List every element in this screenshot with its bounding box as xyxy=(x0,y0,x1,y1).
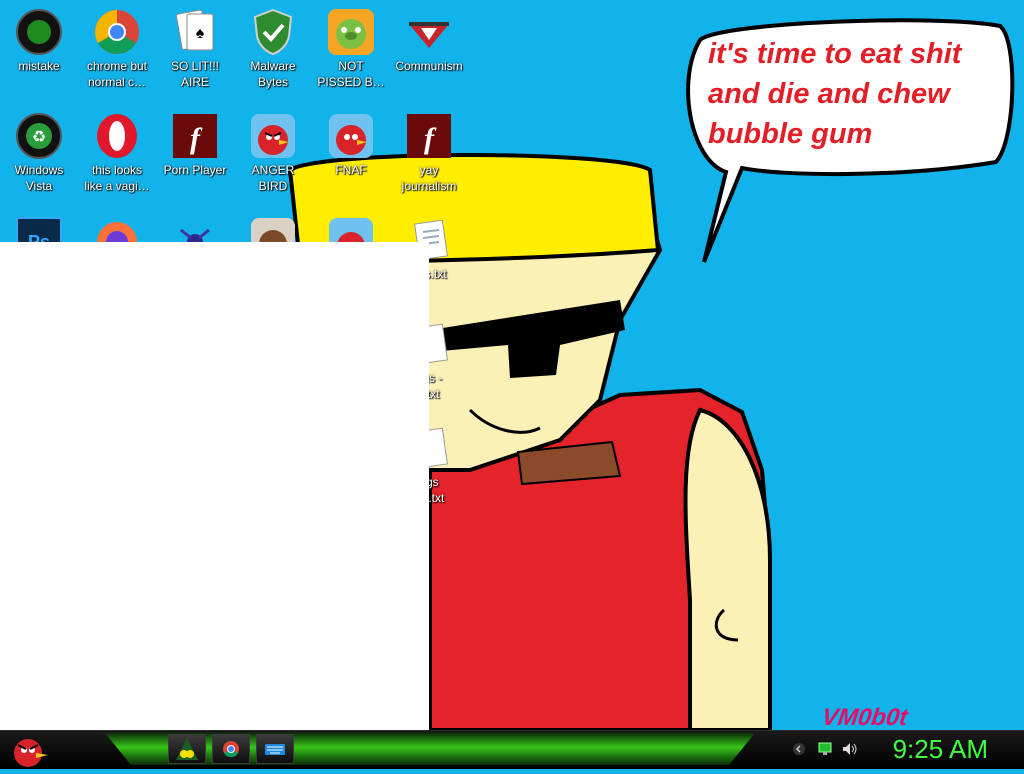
recycle-icon: ♻ xyxy=(15,112,63,160)
icon-label: Porn Player xyxy=(163,163,227,177)
start-button[interactable] xyxy=(6,731,52,769)
network-tray[interactable] xyxy=(818,742,832,756)
icon-label-1: ANGER xyxy=(251,163,295,177)
desktop-icon-yay-journalism[interactable]: f yay journalism xyxy=(390,112,468,194)
chrome-icon xyxy=(223,741,239,758)
icon-label-1: chrome but xyxy=(86,59,148,73)
taskbar-keyboard[interactable] xyxy=(256,734,294,764)
emblem-icon xyxy=(405,8,453,56)
angry-bird-icon xyxy=(14,739,48,767)
icon-label-2: like a vagi… xyxy=(84,179,150,193)
taskbar-clock[interactable]: 9:25 AM xyxy=(893,734,988,765)
opera-icon xyxy=(93,112,141,160)
desktop-icon-not-pissed[interactable]: NOT PISSED B… xyxy=(312,8,390,90)
icon-label-2: normal c… xyxy=(87,75,146,89)
icon-label-1: yay xyxy=(419,163,439,177)
speech-line-1: it's time to eat shit xyxy=(708,38,962,70)
icon-label-1: Malware xyxy=(250,59,296,73)
taskbar-app-group[interactable] xyxy=(168,734,206,764)
volume-tray[interactable] xyxy=(842,742,857,756)
icon-label-2: Vista xyxy=(25,179,53,193)
svg-text:♻: ♻ xyxy=(32,129,46,146)
flash-player-icon: f xyxy=(405,112,453,160)
icon-label-2: AIRE xyxy=(180,75,209,89)
desktop-icon-communism[interactable]: Communism xyxy=(390,8,468,74)
icon-label-2: BIRD xyxy=(258,179,288,193)
desktop-icon-opera[interactable]: this looks like a vagi… xyxy=(78,112,156,194)
desktop-icon-malwarebytes[interactable]: Malware Bytes xyxy=(234,8,312,90)
icon-label: Communism xyxy=(395,59,463,73)
app-group-icon xyxy=(176,738,198,760)
bad-piggies-icon xyxy=(327,8,375,56)
icon-label-1: SO LIT!!! xyxy=(170,59,219,73)
angry-bird-icon xyxy=(327,112,375,160)
icon-label-2: Bytes xyxy=(257,75,288,89)
shield-check-icon xyxy=(249,8,297,56)
artist-signature: VM0b0t xyxy=(820,704,910,731)
desktop-icon-anger-bird[interactable]: ANGER BIRD xyxy=(234,112,312,194)
icon-label: mistake xyxy=(18,59,60,73)
icon-label-1: Windows xyxy=(14,163,64,177)
speech-line-3: bubble gum xyxy=(708,118,873,150)
svg-text:♠: ♠ xyxy=(196,25,205,42)
speaker-icon xyxy=(843,743,857,755)
chevron-left-icon xyxy=(793,743,805,755)
taskbar: 9:25 AM xyxy=(0,730,1024,769)
icon-label-1: NOT xyxy=(338,59,364,73)
desktop-icon-fnaf[interactable]: FNAF xyxy=(312,112,390,178)
desktop-icon-porn-player[interactable]: f Porn Player xyxy=(156,112,234,178)
desktop-icon-solitaire[interactable]: ♠ SO LIT!!! AIRE xyxy=(156,8,234,90)
icon-label-2: PISSED B… xyxy=(317,75,385,89)
icon-label-2: journalism xyxy=(401,179,457,193)
keyboard-icon xyxy=(265,744,285,755)
speech-line-2: and die and chew xyxy=(708,78,950,110)
icon-label: FNAF xyxy=(335,163,367,177)
flash-player-icon: f xyxy=(171,112,219,160)
solitaire-cards-icon: ♠ xyxy=(171,8,219,56)
angry-bird-icon xyxy=(249,112,297,160)
network-monitor-icon xyxy=(818,742,832,755)
blank-window[interactable] xyxy=(0,242,429,730)
chrome-icon xyxy=(93,8,141,56)
icon-label-1: this looks xyxy=(91,163,143,177)
desktop-icon-windows-vista[interactable]: ♻ Windows Vista xyxy=(0,112,78,194)
desktop-icon-chrome[interactable]: chrome but normal c… xyxy=(78,8,156,90)
razer-icon xyxy=(15,8,63,56)
desktop-icon-mistake[interactable]: mistake xyxy=(0,8,78,74)
taskbar-chrome[interactable] xyxy=(212,734,250,764)
show-hidden-icons[interactable] xyxy=(792,742,806,756)
speech-text: it's time to eat shit and die and chew b… xyxy=(708,34,998,154)
